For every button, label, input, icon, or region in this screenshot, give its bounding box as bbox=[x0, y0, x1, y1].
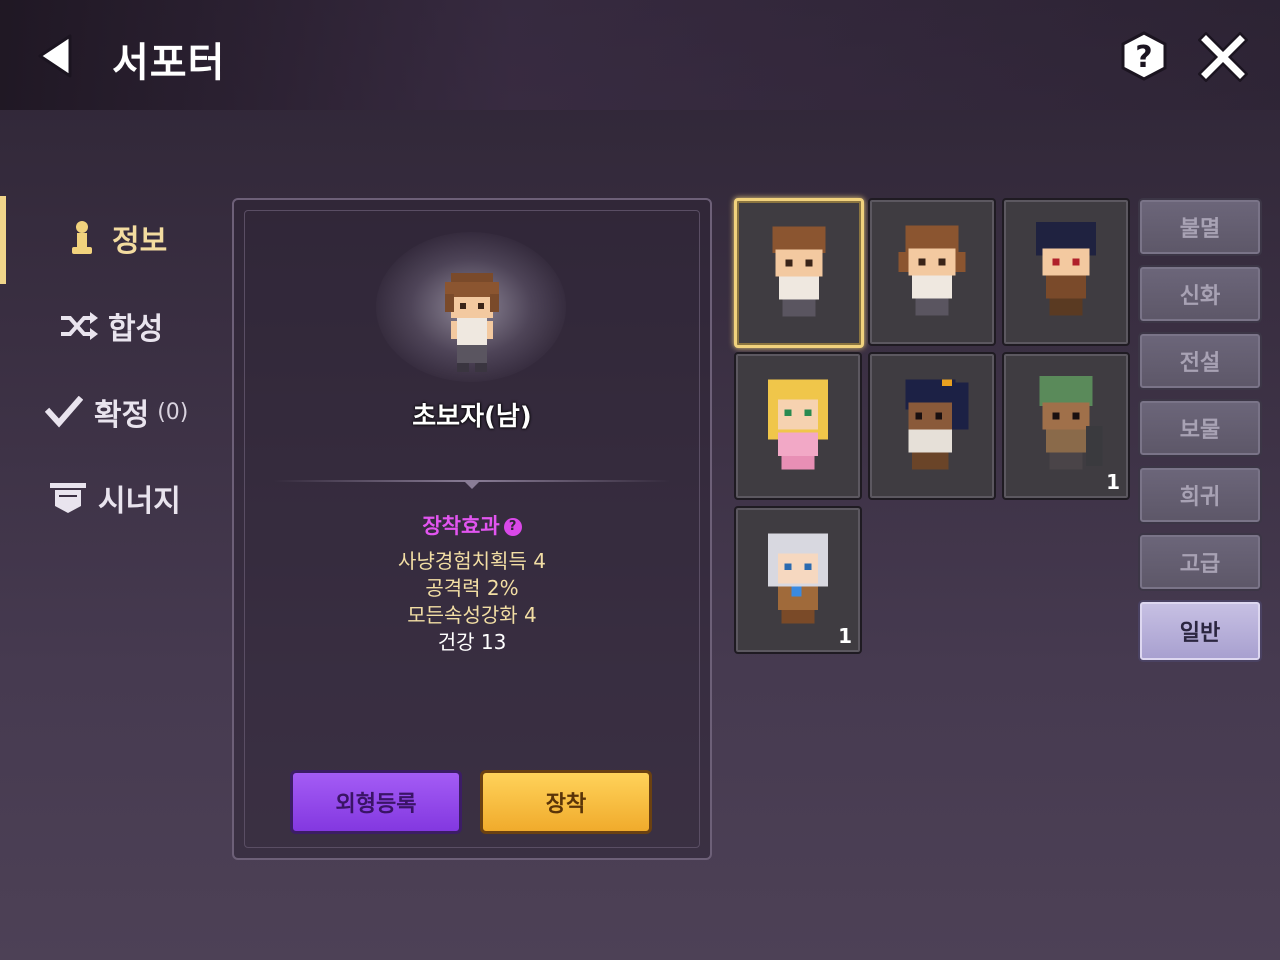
divider-tip bbox=[464, 481, 480, 489]
sidebar-item-confirm[interactable]: 확정 (0) bbox=[0, 372, 220, 452]
page-title: 서포터 bbox=[112, 40, 226, 86]
effect-line: 공격력 2% bbox=[425, 576, 519, 600]
supporter-slot[interactable]: 1 bbox=[1002, 352, 1130, 500]
sidebar-item-synthesis[interactable]: 합성 bbox=[0, 286, 220, 366]
supporter-slot[interactable] bbox=[868, 198, 996, 346]
tab-immortal[interactable]: 불멸 bbox=[1138, 198, 1262, 256]
check-icon bbox=[44, 392, 84, 432]
svg-text:?: ? bbox=[1135, 40, 1152, 75]
blonde-elf-sprite bbox=[768, 379, 828, 470]
sidebar-item-label: 확정 bbox=[94, 398, 150, 433]
equip-effect-label: 장착효과 bbox=[422, 514, 500, 538]
sidebar-item-label: 정보 bbox=[112, 224, 168, 259]
effect-line: 모든속성강화 4 bbox=[407, 603, 537, 627]
tab-treasure[interactable]: 보물 bbox=[1138, 399, 1262, 457]
shuffle-icon bbox=[58, 306, 98, 346]
stat-line: 건강 13 bbox=[437, 630, 507, 654]
supporter-detail-panel: 초보자(남) 장착효과? 사냥경험치획득 4 공격력 2% 모든속성강화 4 건… bbox=[232, 198, 712, 860]
confirm-count: (0) bbox=[157, 399, 189, 425]
sidebar-item-label: 시너지 bbox=[98, 484, 181, 519]
silver-hair-girl-sprite bbox=[768, 533, 828, 624]
ponytail-fighter-sprite bbox=[905, 379, 969, 470]
supporter-count: 1 bbox=[838, 624, 852, 648]
sidebar-item-synergy[interactable]: 시너지 bbox=[0, 458, 220, 538]
equip-button[interactable]: 장착 bbox=[480, 770, 652, 834]
effect-help-icon[interactable]: ? bbox=[503, 518, 522, 536]
supporter-name: 초보자(남) bbox=[412, 402, 532, 432]
brown-hair-girl-sprite bbox=[898, 225, 966, 316]
tab-advanced[interactable]: 고급 bbox=[1138, 533, 1262, 591]
supporter-slot[interactable]: 1 bbox=[734, 506, 862, 654]
back-arrow-icon bbox=[38, 34, 72, 78]
effect-line: 사냥경험치획득 4 bbox=[398, 549, 546, 573]
supporter-slot[interactable] bbox=[868, 352, 996, 500]
sidebar-item-info[interactable]: 정보 bbox=[0, 198, 220, 278]
close-icon bbox=[1197, 31, 1249, 83]
pawn-icon bbox=[62, 218, 102, 258]
tab-legendary[interactable]: 전설 bbox=[1138, 332, 1262, 390]
brown-hair-boy-sprite bbox=[772, 226, 826, 317]
supporter-slot[interactable] bbox=[1002, 198, 1130, 346]
help-button[interactable]: ? bbox=[1118, 30, 1170, 82]
close-button[interactable] bbox=[1197, 31, 1249, 83]
green-hair-rogue-sprite bbox=[1039, 376, 1103, 470]
register-appearance-button[interactable]: 외형등록 bbox=[290, 770, 462, 834]
tab-rare[interactable]: 희귀 bbox=[1138, 466, 1262, 524]
sidebar-item-label: 합성 bbox=[108, 312, 164, 347]
back-button[interactable] bbox=[36, 34, 76, 78]
dark-hair-warrior-sprite bbox=[1036, 222, 1096, 316]
equip-effect-title: 장착효과? bbox=[234, 510, 710, 540]
supporter-slot[interactable] bbox=[734, 352, 862, 500]
character-portrait bbox=[445, 273, 499, 372]
effect-list: 사냥경험치획득 4 공격력 2% 모든속성강화 4 건강 13 bbox=[234, 548, 710, 656]
help-icon: ? bbox=[1121, 31, 1167, 81]
tab-mythic[interactable]: 신화 bbox=[1138, 265, 1262, 323]
supporter-slot[interactable] bbox=[734, 198, 864, 348]
tab-common[interactable]: 일반 bbox=[1138, 600, 1262, 662]
supporter-count: 1 bbox=[1106, 470, 1120, 494]
banner-icon bbox=[48, 478, 88, 518]
